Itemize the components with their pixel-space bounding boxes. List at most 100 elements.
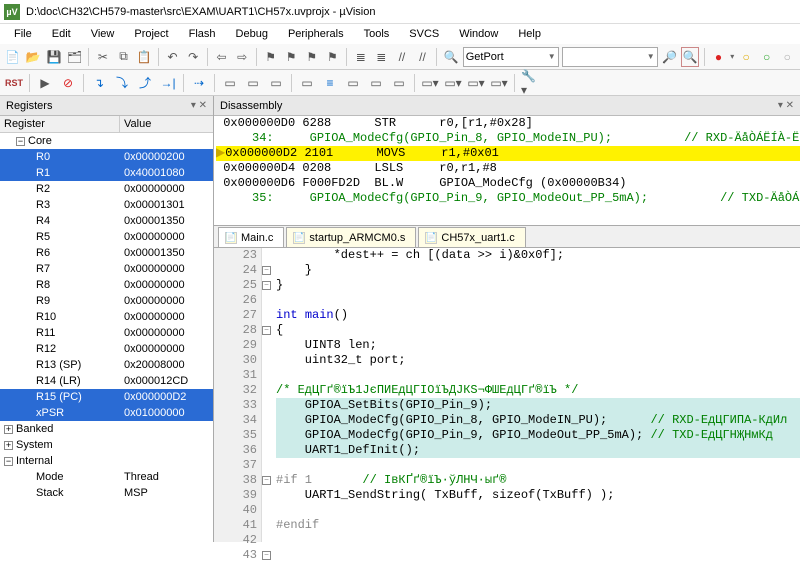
disassembly-panel: Disassembly ▾ ✕ 0x000000D0 6288 STR r0,[… bbox=[214, 96, 800, 226]
run-icon[interactable]: ▶ bbox=[35, 73, 55, 93]
save-all-icon[interactable]: 🗂 bbox=[66, 47, 84, 67]
toolbar-2: RST ▶ ⊘ ↴ ⤵ ⤴ →| ⇢ ▭ ▭ ▭ ▭ ≡ ▭ ▭ ▭ ▭▾ ▭▾… bbox=[0, 70, 800, 96]
analyzer-icon[interactable]: ▭▾ bbox=[443, 73, 463, 93]
disassembly-lines[interactable]: 0x000000D0 6288 STR r0,[r1,#0x28] 34: GP… bbox=[214, 116, 800, 225]
watch-icon[interactable]: ▭ bbox=[366, 73, 386, 93]
source-tabs: 📄Main.c📄startup_ARMCM0.s📄CH57x_uart1.c bbox=[214, 226, 800, 248]
find-combo[interactable]: GetPort▼ bbox=[463, 47, 559, 67]
register-row[interactable]: R14 (LR)0x000012CD bbox=[0, 373, 213, 389]
debug-yellow-icon[interactable]: ○ bbox=[737, 47, 755, 67]
register-row[interactable]: R60x00001350 bbox=[0, 245, 213, 261]
paste-icon[interactable]: 📋 bbox=[135, 47, 153, 67]
registers-header: Registers ▾ ✕ bbox=[0, 96, 213, 116]
step-over-icon[interactable]: ⤵ bbox=[112, 73, 132, 93]
register-row[interactable]: R20x00000000 bbox=[0, 181, 213, 197]
menu-project[interactable]: Project bbox=[126, 26, 176, 42]
register-row[interactable]: R00x00000200 bbox=[0, 149, 213, 165]
redo-icon[interactable]: ↷ bbox=[184, 47, 202, 67]
nav-fwd-icon[interactable]: ⇨ bbox=[233, 47, 251, 67]
register-tree[interactable]: −CoreR00x00000200R10x40001080R20x0000000… bbox=[0, 133, 213, 542]
step-in-icon[interactable]: ↴ bbox=[89, 73, 109, 93]
register-row[interactable]: R120x00000000 bbox=[0, 341, 213, 357]
register-row[interactable]: R50x00000000 bbox=[0, 229, 213, 245]
symbols-icon[interactable]: ▭ bbox=[266, 73, 286, 93]
register-row[interactable]: xPSR0x01000000 bbox=[0, 405, 213, 421]
undo-icon[interactable]: ↶ bbox=[164, 47, 182, 67]
indent-icon[interactable]: ≣ bbox=[352, 47, 370, 67]
debug-dot-icon[interactable]: ○ bbox=[778, 47, 796, 67]
find-icon[interactable]: 🔍 bbox=[442, 47, 460, 67]
register-row[interactable]: R10x40001080 bbox=[0, 165, 213, 181]
source-panel: 📄Main.c📄startup_ARMCM0.s📄CH57x_uart1.c 2… bbox=[214, 226, 800, 542]
register-row[interactable]: R15 (PC)0x000000D2 bbox=[0, 389, 213, 405]
menu-svcs[interactable]: SVCS bbox=[401, 26, 447, 42]
show-next-icon[interactable]: ⇢ bbox=[189, 73, 209, 93]
register-row[interactable]: R100x00000000 bbox=[0, 309, 213, 325]
run-to-cursor-icon[interactable]: →| bbox=[158, 73, 178, 93]
menu-window[interactable]: Window bbox=[451, 26, 506, 42]
comment-icon[interactable]: // bbox=[393, 47, 411, 67]
stop-icon[interactable]: ⊘ bbox=[58, 73, 78, 93]
command-icon[interactable]: ▭ bbox=[220, 73, 240, 93]
title-bar: µV D:\doc\CH32\CH579-master\src\EXAM\UAR… bbox=[0, 0, 800, 24]
nav-back-icon[interactable]: ⇦ bbox=[213, 47, 231, 67]
save-icon[interactable]: 💾 bbox=[45, 47, 63, 67]
app-icon: µV bbox=[4, 4, 20, 20]
registers-icon[interactable]: ▭ bbox=[297, 73, 317, 93]
memory-icon[interactable]: ▭ bbox=[389, 73, 409, 93]
bookmark-prev-icon[interactable]: ⚑ bbox=[303, 47, 321, 67]
tab-ch57x_uart1-c[interactable]: 📄CH57x_uart1.c bbox=[418, 227, 525, 247]
find-combo-2[interactable]: ▼ bbox=[562, 47, 658, 67]
toolbar-1: 📄 📂 💾 🗂 ✂ ⧉ 📋 ↶ ↷ ⇦ ⇨ ⚑ ⚑ ⚑ ⚑ ≣ ≣ // // … bbox=[0, 44, 800, 70]
menu-edit[interactable]: Edit bbox=[44, 26, 79, 42]
source-lines[interactable]: *dest++ = ch [(data >> i)&0x0f]; }}int m… bbox=[262, 248, 800, 542]
registers-panel: Registers ▾ ✕ Register Value −CoreR00x00… bbox=[0, 96, 214, 542]
disasm-icon[interactable]: ▭ bbox=[243, 73, 263, 93]
reset-icon[interactable]: RST bbox=[4, 73, 24, 93]
menu-debug[interactable]: Debug bbox=[228, 26, 276, 42]
cut-icon[interactable]: ✂ bbox=[94, 47, 112, 67]
step-out-icon[interactable]: ⤴ bbox=[135, 73, 155, 93]
system-icon[interactable]: ▭▾ bbox=[489, 73, 509, 93]
locals-icon[interactable]: ▭ bbox=[343, 73, 363, 93]
new-file-icon[interactable]: 📄 bbox=[4, 47, 22, 67]
toolbox-icon[interactable]: 🔧▾ bbox=[520, 73, 540, 93]
panel-menu-icon[interactable]: ▾ ✕ bbox=[191, 100, 207, 111]
incremental-icon[interactable]: 🔍 bbox=[681, 47, 699, 67]
menu-flash[interactable]: Flash bbox=[181, 26, 224, 42]
bookmark-clear-icon[interactable]: ⚑ bbox=[324, 47, 342, 67]
menu-file[interactable]: File bbox=[6, 26, 40, 42]
find-in-files-icon[interactable]: 🔎 bbox=[661, 47, 679, 67]
bookmark-icon[interactable]: ⚑ bbox=[262, 47, 280, 67]
file-icon: 📄 bbox=[293, 232, 305, 244]
menu-tools[interactable]: Tools bbox=[356, 26, 398, 42]
tab-startup_armcm0-s[interactable]: 📄startup_ARMCM0.s bbox=[286, 227, 416, 247]
window-title: D:\doc\CH32\CH579-master\src\EXAM\UART1\… bbox=[26, 6, 376, 18]
register-row[interactable]: R80x00000000 bbox=[0, 277, 213, 293]
menu-help[interactable]: Help bbox=[510, 26, 549, 42]
open-file-icon[interactable]: 📂 bbox=[25, 47, 43, 67]
register-row[interactable]: R70x00000000 bbox=[0, 261, 213, 277]
serial-icon[interactable]: ▭▾ bbox=[420, 73, 440, 93]
register-row[interactable]: R40x00001350 bbox=[0, 213, 213, 229]
register-row[interactable]: R110x00000000 bbox=[0, 325, 213, 341]
panel-menu-icon[interactable]: ▾ ✕ bbox=[778, 100, 794, 111]
register-columns: Register Value bbox=[0, 116, 213, 133]
uncomment-icon[interactable]: // bbox=[414, 47, 432, 67]
register-row[interactable]: R13 (SP)0x20008000 bbox=[0, 357, 213, 373]
line-gutter: 2324−25−262728−29303132333435363738−3940… bbox=[214, 248, 262, 542]
trace-icon[interactable]: ▭▾ bbox=[466, 73, 486, 93]
file-icon: 📄 bbox=[225, 232, 237, 244]
copy-icon[interactable]: ⧉ bbox=[115, 47, 133, 67]
debug-green-icon[interactable]: ○ bbox=[758, 47, 776, 67]
bookmark-next-icon[interactable]: ⚑ bbox=[282, 47, 300, 67]
menu-peripherals[interactable]: Peripherals bbox=[280, 26, 352, 42]
callstack-icon[interactable]: ≡ bbox=[320, 73, 340, 93]
tab-main-c[interactable]: 📄Main.c bbox=[218, 227, 284, 247]
register-row[interactable]: R30x00001301 bbox=[0, 197, 213, 213]
outdent-icon[interactable]: ≣ bbox=[373, 47, 391, 67]
debug-red-icon[interactable]: ● bbox=[710, 47, 728, 67]
file-icon: 📄 bbox=[425, 232, 437, 244]
menu-view[interactable]: View bbox=[83, 26, 123, 42]
register-row[interactable]: R90x00000000 bbox=[0, 293, 213, 309]
